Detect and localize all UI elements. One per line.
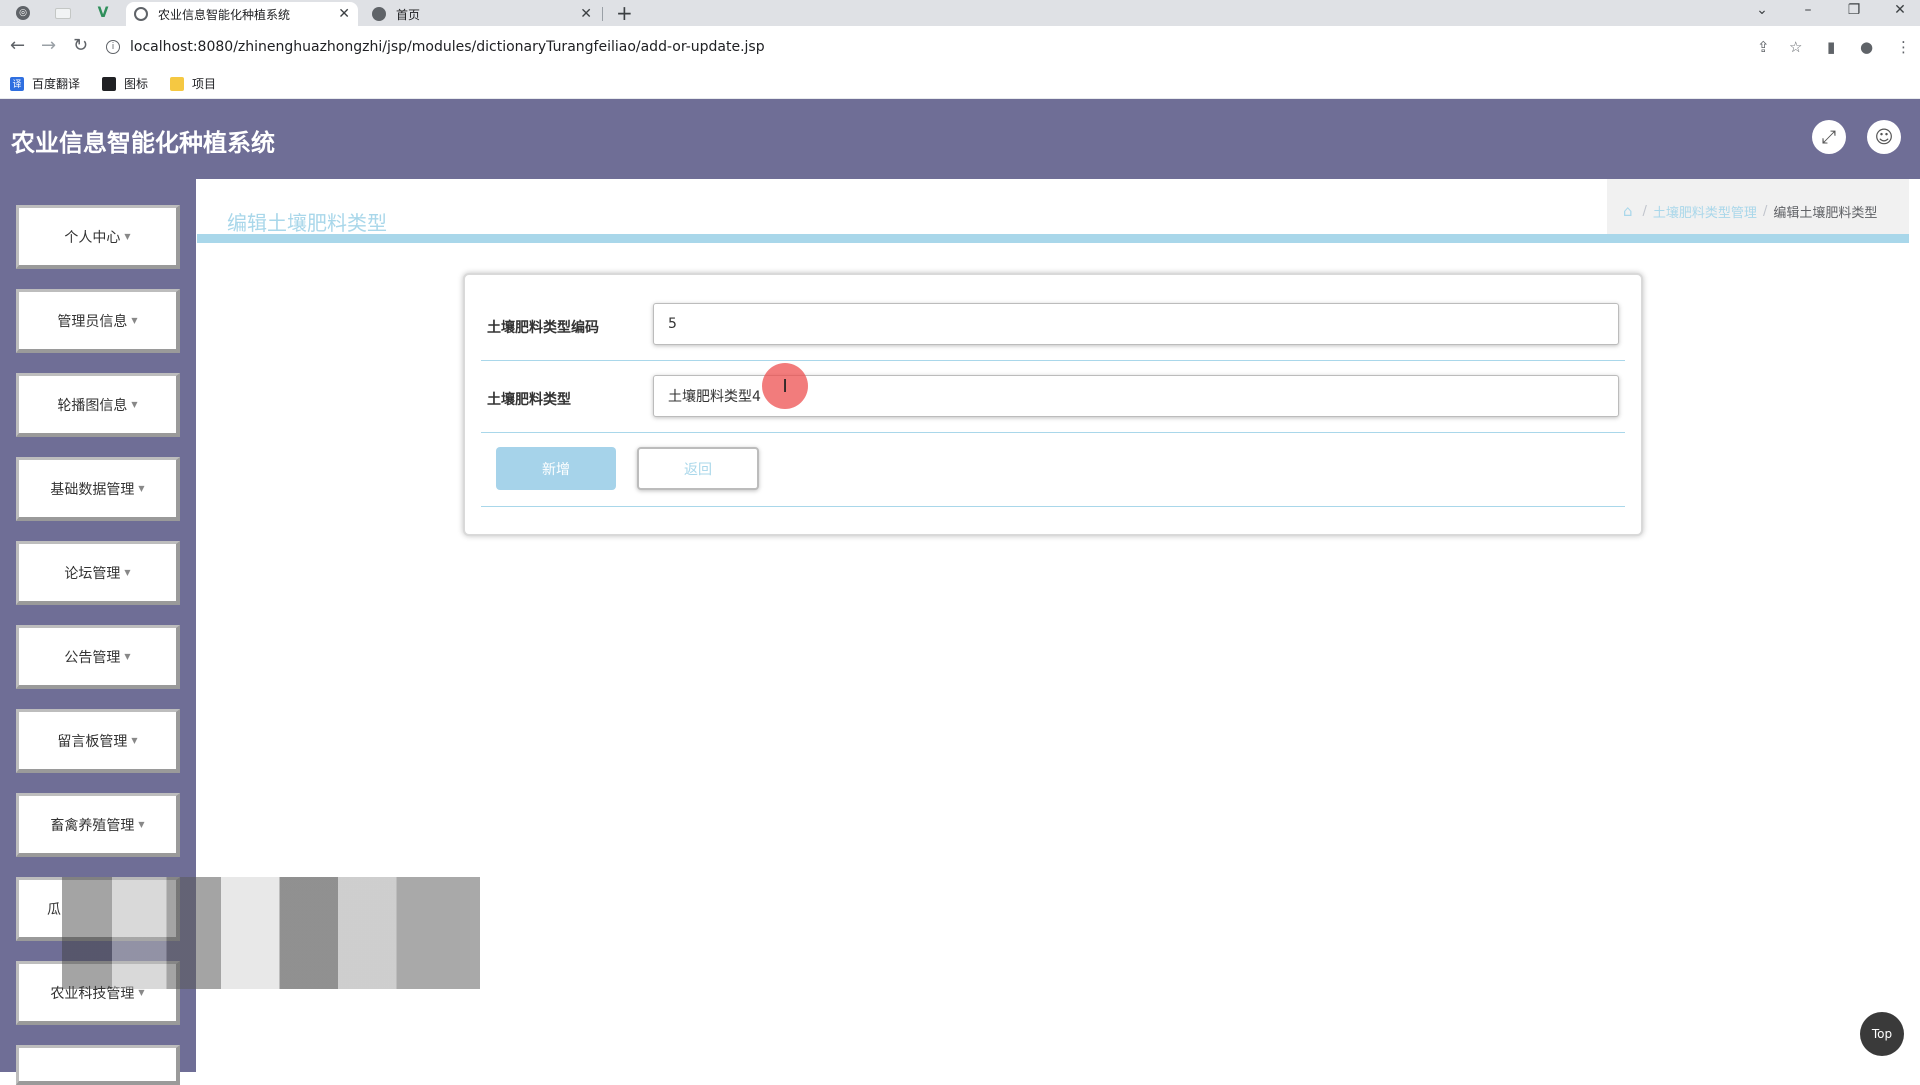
sidebar-item-label: 个人中心 [64,229,121,246]
folder-icon [170,76,185,91]
form-row-type: 土壤肥料类型 [481,361,1625,433]
url-field[interactable]: i localhost:8080/zhinenghuazhongzhi/jsp/… [106,32,1786,62]
app-header: 农业信息智能化种植系统 ⤢ ☺ [0,99,1920,179]
pinned-tab-blank[interactable] [48,0,78,26]
vue-icon: V [97,5,109,21]
tab-title: 首页 [396,7,421,22]
profile-icon[interactable]: ● [1860,38,1873,56]
edit-form-card: 土壤肥料类型编码 土壤肥料类型 新增 返回 [463,273,1643,536]
reload-icon[interactable]: ↻ [73,35,88,56]
caret-down-icon: ▼ [131,400,138,409]
page-title: 编辑土壤肥料类型 [227,211,387,235]
bookmark-icons[interactable]: 图标 [102,75,148,92]
bookmark-projects[interactable]: 项目 [170,75,216,92]
sidebar-item-label: 基础数据管理 [50,481,135,498]
bookmark-label: 项目 [192,77,217,91]
pinned-tab-globe[interactable]: ◎ [8,0,38,26]
sidebar-item-personal-center[interactable]: 个人中心 ▼ [16,205,180,269]
home-icon[interactable]: ⌂ [1623,202,1633,220]
breadcrumb-current: 编辑土壤肥料类型 [1773,205,1878,221]
site-info-icon[interactable]: i [106,40,120,54]
sidebar-item-label: 公告管理 [64,649,121,666]
sidebar-item-base-data[interactable]: 基础数据管理 ▼ [16,457,180,521]
more-menu-icon[interactable]: ⋮ [1896,38,1911,56]
bookmark-label: 图标 [124,77,149,91]
breadcrumb-parent[interactable]: 土壤肥料类型管理 [1653,202,1757,221]
add-button[interactable]: 新增 [496,447,616,490]
code-field-label: 土壤肥料类型编码 [487,320,599,336]
side-panel-icon[interactable]: ▮ [1827,38,1835,56]
tab-home[interactable]: 首页 ✕ [364,2,600,26]
globe-icon: ◎ [16,6,30,20]
pixelated-overlay [62,877,480,989]
type-field-label: 土壤肥料类型 [487,392,571,408]
sidebar-item-forum[interactable]: 论坛管理 ▼ [16,541,180,605]
code-input[interactable] [653,303,1619,345]
sidebar-item-label: 瓜 [47,901,61,918]
form-actions: 新增 返回 [481,435,1625,507]
fullscreen-icon[interactable]: ⤢ [1812,120,1846,154]
bookmark-star-icon[interactable]: ☆ [1789,38,1802,56]
app-title: 农业信息智能化种植系统 [11,129,275,157]
sidebar-item-label: 畜禽养殖管理 [50,817,135,834]
close-icon[interactable]: ✕ [580,6,592,22]
close-icon[interactable]: ✕ [338,6,350,22]
browser-tab-bar: ◎ V 农业信息智能化种植系统 ✕ 首页 ✕ + ⌄ – ❐ ✕ [0,0,1920,26]
translate-icon: 译 [10,76,24,91]
caret-down-icon: ▼ [138,484,145,493]
window-close-icon[interactable]: ✕ [1885,2,1915,18]
tab-separator [602,7,603,21]
caret-down-icon: ▼ [124,652,131,661]
sidebar-item-notice[interactable]: 公告管理 ▼ [16,625,180,689]
sidebar-item-admin-info[interactable]: 管理员信息 ▼ [16,289,180,353]
restore-icon[interactable]: ❐ [1839,2,1869,18]
text-cursor-icon: I [762,363,808,409]
sidebar-item-livestock[interactable]: 畜禽养殖管理 ▼ [16,793,180,857]
caret-down-icon: ▼ [138,988,145,997]
header-underline [197,234,1909,243]
caret-down-icon: ▼ [124,232,131,241]
sidebar-item-label: 轮播图信息 [57,397,128,414]
breadcrumb-separator: / [1642,203,1647,219]
globe-icon [372,7,386,21]
address-bar-row: ← → ↻ i localhost:8080/zhinenghuazhongzh… [0,26,1920,69]
sidebar-item-partial[interactable] [16,1045,180,1085]
url-text: localhost:8080/zhinenghuazhongzhi/jsp/mo… [130,39,765,55]
image-icon [102,76,117,91]
tab-title: 农业信息智能化种植系统 [158,7,291,22]
form-row-code: 土壤肥料类型编码 [481,289,1625,361]
new-tab-icon[interactable]: + [616,1,633,25]
bookmark-baidu-translate[interactable]: 译 百度翻译 [10,75,80,92]
user-avatar-icon[interactable]: ☺ [1867,120,1901,154]
caret-down-icon: ▼ [131,316,138,325]
caret-down-icon: ▼ [131,736,138,745]
caret-down-icon: ▼ [138,820,145,829]
page-header-bar: 编辑土壤肥料类型 ⌂ / 土壤肥料类型管理 / 编辑土壤肥料类型 [197,179,1909,243]
tab-favicon-icon [134,7,148,21]
tab-app[interactable]: 农业信息智能化种植系统 ✕ [126,2,358,26]
sidebar-item-label: 管理员信息 [57,313,128,330]
minimize-icon[interactable]: – [1793,2,1823,18]
share-icon[interactable]: ⇪ [1757,38,1770,56]
breadcrumb-separator: / [1762,203,1768,219]
caret-down-icon: ▼ [124,568,131,577]
tab-search-icon[interactable]: ⌄ [1747,2,1777,18]
pinned-tab-vue[interactable]: V [88,0,118,26]
back-arrow-icon[interactable]: ← [10,35,25,56]
sidebar-item-label: 留言板管理 [57,733,128,750]
back-button[interactable]: 返回 [637,447,759,490]
sidebar-item-carousel[interactable]: 轮播图信息 ▼ [16,373,180,437]
page-icon [55,7,71,19]
sidebar-item-label: 论坛管理 [64,565,121,582]
bookmarks-bar: 译 百度翻译 图标 项目 [0,69,1920,99]
back-to-top-button[interactable]: Top [1860,1012,1904,1056]
bookmark-label: 百度翻译 [32,77,81,91]
forward-arrow-icon[interactable]: → [41,35,56,56]
sidebar-item-message-board[interactable]: 留言板管理 ▼ [16,709,180,773]
